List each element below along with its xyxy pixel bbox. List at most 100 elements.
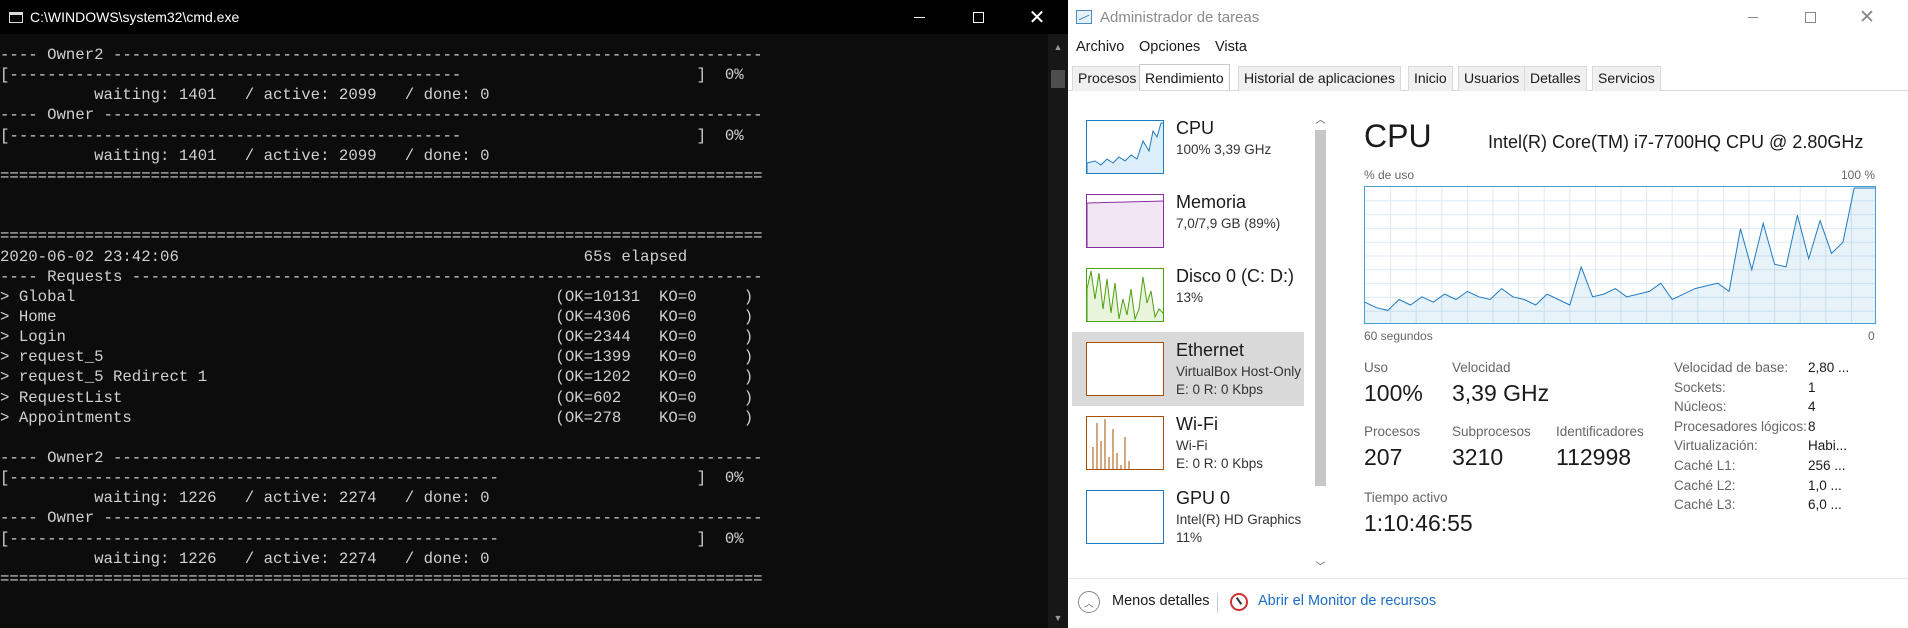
cmd-scrollbar[interactable]: ▲ ▼ [1048,34,1068,628]
tab-procesos[interactable]: Procesos [1072,66,1143,91]
resource-sub: 13% [1176,290,1204,305]
maximize-icon [1804,11,1816,23]
performance-panel: CPU 100% 3,39 GHz Memoria 7,0/7,9 GB (89… [1068,92,1908,578]
tab-historial[interactable]: Historial de aplicaciones [1238,66,1401,91]
tm-maximize-button[interactable] [1782,0,1838,34]
detail-heading: CPU [1364,118,1432,154]
disk-mini-graph [1087,270,1163,321]
resource-name: GPU 0 [1176,488,1231,508]
spec-label: Virtualización: [1674,438,1758,454]
scroll-up-icon[interactable]: ▲ [1048,38,1068,55]
console-line: [---------------------------------------… [0,529,744,548]
menu-opciones[interactable]: Opciones [1139,39,1200,55]
resource-monitor-link[interactable]: Abrir el Monitor de recursos [1258,593,1436,609]
resource-sub: Wi-Fi [1176,438,1208,453]
tm-window-title: Administrador de tareas [1100,9,1260,26]
console-line: ========================================… [0,166,763,185]
cmd-titlebar[interactable]: C:\WINDOWS\system32\cmd.exe ✕ [0,0,1068,34]
chevron-down-icon[interactable]: ﹀ [1312,557,1329,574]
maximize-icon [972,11,984,23]
spec-value: Habi... [1808,438,1848,454]
tab-servicios[interactable]: Servicios [1592,66,1661,91]
menu-vista[interactable]: Vista [1215,39,1247,55]
spec-value: 1,0 ... [1808,477,1842,493]
menu-archivo[interactable]: Archivo [1076,39,1124,55]
spec-value: 4 [1808,399,1816,415]
resource-item-cpu[interactable]: CPU 100% 3,39 GHz [1072,110,1304,184]
cpu-usage-graph [1364,186,1876,324]
memory-thumbnail [1086,194,1164,248]
identificadores-value: 112998 [1556,444,1632,470]
console-line: waiting: 1401 / active: 2099 / done: 0 [0,146,490,165]
console-line: > Appointments (OK=278 KO=0 ) [0,408,754,427]
graph-y-label: % de uso [1364,168,1415,182]
menos-detalles-button[interactable]: Menos detalles [1112,593,1210,609]
spec-value: 256 ... [1808,458,1846,473]
subprocesos-label: Subprocesos [1452,424,1531,439]
scroll-down-icon[interactable]: ▼ [1048,609,1068,626]
tab-bar: Procesos Rendimiento Historial de aplica… [1068,64,1908,91]
resource-sub2: E: 0 R: 0 Kbps [1176,456,1264,471]
cmd-window-title: C:\WINDOWS\system32\cmd.exe [30,9,240,25]
chevron-up-icon[interactable]: ︿ [1312,110,1329,127]
tm-minimize-button[interactable] [1725,0,1781,34]
console-line: waiting: 1401 / active: 2099 / done: 0 [0,86,490,105]
resource-sub: Intel(R) HD Graphics [1176,512,1302,527]
cmd-app-icon [9,12,23,23]
subprocesos-value: 3210 [1452,444,1504,470]
task-manager-icon [1076,10,1092,24]
resource-item-wifi[interactable]: Wi-Fi Wi-Fi E: 0 R: 0 Kbps [1072,406,1304,480]
tab-detalles[interactable]: Detalles [1524,66,1587,91]
console-line: ---- Owner2 ----------------------------… [0,46,763,64]
tm-footer: ︿ Menos detalles Abrir el Monitor de rec… [1068,578,1908,628]
tm-titlebar[interactable]: Administrador de tareas ✕ [1068,0,1908,34]
tab-inicio[interactable]: Inicio [1408,66,1453,91]
velocidad-label: Velocidad [1452,360,1511,375]
tiempo-activo-value: 1:10:46:55 [1364,510,1473,536]
resource-name: Wi-Fi [1176,414,1218,434]
resource-name: Disco 0 (C: D:) [1176,266,1295,286]
close-icon: ✕ [1028,5,1046,29]
console-output[interactable]: ---- Owner2 ----------------------------… [0,45,1048,628]
console-line: waiting: 1226 / active: 2274 / done: 0 [0,489,490,508]
spec-value: 8 [1808,418,1816,434]
chevron-up-circle-icon[interactable]: ︿ [1078,591,1100,613]
resource-item-disco[interactable]: Disco 0 (C: D:) 13% [1072,258,1304,332]
close-button[interactable]: ✕ [1008,0,1066,34]
memory-mini-graph [1087,200,1163,247]
minimize-icon [913,16,925,18]
identificadores-label: Identificadores [1556,424,1644,439]
console-line: 2020-06-02 23:42:06 65s elapsed [0,247,688,266]
uso-label: Uso [1364,360,1389,375]
console-line: ---- Owner -----------------------------… [0,106,763,125]
footer-divider [1217,593,1218,613]
velocidad-value: 3,39 GHz [1452,380,1550,406]
resource-item-memoria[interactable]: Memoria 7,0/7,9 GB (89%) [1072,184,1304,258]
console-line: ---- Owner2 ----------------------------… [0,449,763,467]
tab-usuarios[interactable]: Usuarios [1458,66,1526,91]
minimize-button[interactable] [890,0,948,34]
console-line: [---------------------------------------… [0,469,744,488]
spec-value: 2,80 ... [1808,360,1850,375]
scroll-thumb[interactable] [1051,70,1065,88]
resource-item-ethernet[interactable]: Ethernet VirtualBox Host-Only E: 0 R: 0 … [1072,332,1304,406]
resource-name: Memoria [1176,192,1247,212]
scroll-thumb[interactable] [1315,130,1326,486]
console-line: > request_5 Redirect 1 (OK=1202 KO=0 ) [0,368,754,387]
console-line: ---- Owner -----------------------------… [0,509,763,528]
maximize-button[interactable] [949,0,1007,34]
resource-list-scrollbar[interactable]: ︿ ﹀ [1312,110,1329,574]
graph-x-label: 60 segundos [1364,329,1433,343]
console-line: waiting: 1226 / active: 2274 / done: 0 [0,549,490,568]
graph-x-end: 0 [1868,329,1875,343]
graph-y-max: 100 % [1841,168,1876,182]
console-line: > Global (OK=10131 KO=0 ) [0,287,754,306]
spec-label: Núcleos: [1674,399,1727,415]
tab-rendimiento[interactable]: Rendimiento [1139,64,1230,90]
wifi-mini-graph [1092,419,1130,469]
tm-close-button[interactable]: ✕ [1839,0,1895,34]
resource-item-gpu[interactable]: GPU 0 Intel(R) HD Graphics 11% [1072,480,1304,554]
spec-label: Procesadores lógicos: [1674,418,1807,434]
procesos-value: 207 [1364,444,1403,470]
resource-sub: 100% 3,39 GHz [1176,142,1272,157]
